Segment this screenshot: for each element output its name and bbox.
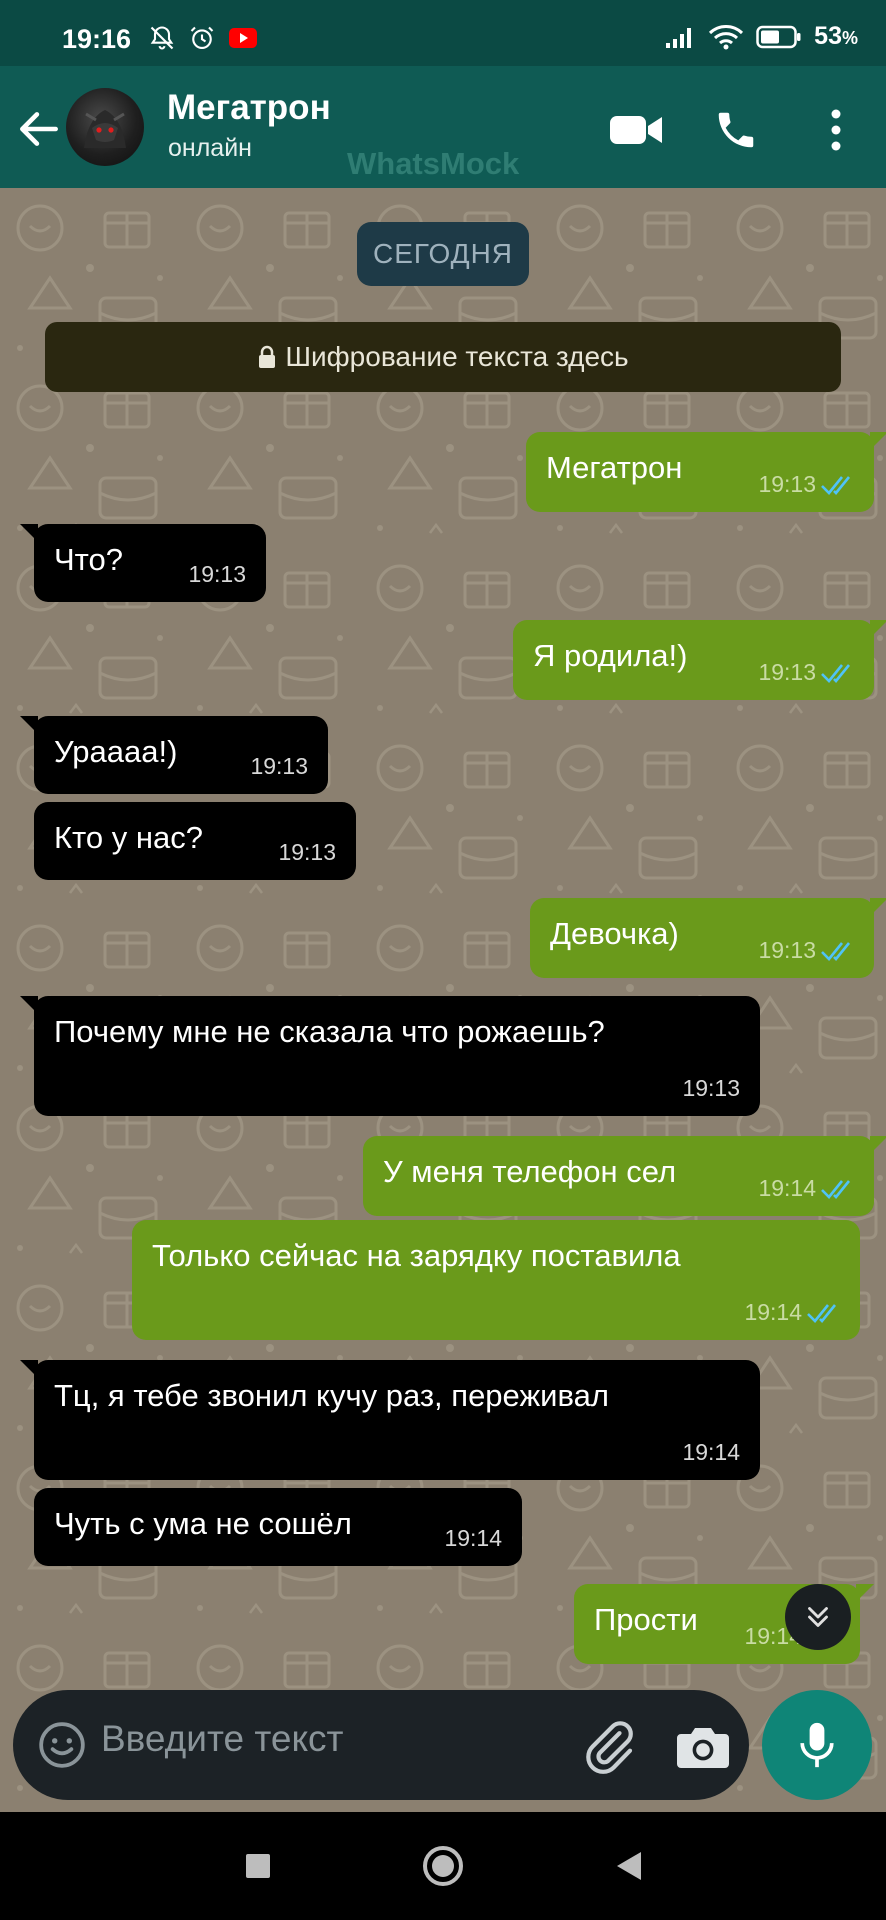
message-bubble-incoming[interactable]: Ураааа!) 19:13 (20, 716, 328, 794)
status-notification-icons (148, 24, 258, 52)
message-meta: 19:14 (744, 1299, 842, 1326)
camera-icon (677, 1728, 729, 1768)
encryption-notice-text: Шифрование текста здесь (285, 341, 629, 372)
message-time: 19:13 (278, 839, 336, 865)
emoji-button[interactable] (37, 1720, 87, 1770)
message-text: Почему мне не сказала что рожаешь? (54, 1014, 605, 1049)
encryption-notice[interactable]: Шифрование текста здесь (45, 322, 841, 392)
square-icon (246, 1854, 270, 1878)
message-time: 19:13 (188, 561, 246, 587)
wifi-icon (709, 24, 744, 49)
double-check-icon (821, 941, 851, 961)
mic-icon (800, 1722, 834, 1768)
double-chevron-down-icon (808, 1607, 828, 1627)
message-text: Только сейчас на зарядку поставила (152, 1238, 681, 1273)
message-bubble-outgoing[interactable]: Девочка) 19:13 (530, 898, 886, 978)
message-time: 19:13 (758, 659, 816, 685)
video-call-button[interactable] (608, 102, 664, 158)
status-time: 19:16 (62, 24, 132, 54)
message-bubble-outgoing[interactable]: Я родила!) 19:13 (513, 620, 886, 700)
message-text: Что? (54, 542, 123, 577)
message-meta: 19:14 (758, 1175, 856, 1202)
message-input[interactable]: Введите текст (101, 1718, 344, 1760)
battery-percent: 53% (814, 22, 858, 50)
message-meta: 19:13 (758, 937, 856, 964)
scroll-to-bottom-button[interactable] (785, 1584, 851, 1650)
message-bubble-outgoing[interactable]: Только сейчас на зарядку поставила 19:14 (132, 1220, 860, 1340)
more-vert-icon (831, 109, 841, 151)
message-time: 19:13 (682, 1075, 740, 1101)
battery-icon (756, 25, 801, 48)
attach-button[interactable] (581, 1718, 637, 1774)
message-bubble-incoming[interactable]: Почему мне не сказала что рожаешь? 19:13 (20, 996, 760, 1116)
home-button[interactable] (415, 1838, 471, 1894)
message-text: Чуть с ума не сошёл (54, 1506, 352, 1541)
message-bubble-incoming[interactable]: Тц, я тебе звонил кучу раз, переживал 19… (20, 1360, 760, 1480)
status-bar: 19:16 53% (0, 0, 886, 66)
back-nav-button[interactable] (600, 1838, 656, 1894)
contact-name[interactable]: Мегатрон (167, 88, 331, 128)
message-text: Прости (594, 1602, 698, 1637)
arrow-left-icon (20, 112, 58, 146)
phone-icon (718, 112, 754, 148)
message-text: Кто у нас? (54, 820, 203, 855)
video-camera-icon (610, 116, 662, 144)
message-text: Ураааа!) (54, 734, 178, 769)
chat-header: Мегатрон онлайн WhatsMock (0, 66, 886, 188)
voice-record-button[interactable] (762, 1690, 872, 1800)
circle-home-icon (423, 1846, 463, 1886)
message-time: 19:13 (758, 471, 816, 497)
message-text: Мегатрон (546, 450, 683, 485)
youtube-icon (229, 28, 257, 48)
status-right-icons: 53% (664, 22, 858, 51)
message-time: 19:14 (444, 1525, 502, 1551)
message-text: Я родила!) (533, 638, 688, 673)
recents-button[interactable] (230, 1838, 286, 1894)
message-bubble-outgoing[interactable]: Мегатрон 19:13 (526, 432, 886, 512)
double-check-icon (821, 475, 851, 495)
message-text: Девочка) (550, 916, 679, 951)
camera-button[interactable] (675, 1720, 731, 1772)
lock-icon (259, 345, 276, 368)
message-text: У меня телефон сел (383, 1154, 677, 1189)
voice-call-button[interactable] (708, 102, 764, 158)
message-time: 19:14 (758, 1175, 816, 1201)
double-check-icon (821, 1179, 851, 1199)
double-check-icon (807, 1303, 837, 1323)
alarm-icon (190, 26, 214, 49)
back-button[interactable] (14, 104, 64, 154)
signal-icon (666, 27, 692, 48)
message-bubble-incoming[interactable]: Что? 19:13 (20, 524, 266, 602)
paperclip-icon (586, 1721, 633, 1774)
app-watermark: WhatsMock (347, 146, 520, 181)
contact-status: онлайн (168, 134, 252, 162)
message-time: 19:13 (250, 753, 308, 779)
message-meta: 19:13 (758, 659, 856, 686)
message-meta: 19:13 (758, 471, 856, 498)
message-text: Тц, я тебе звонил кучу раз, переживал (54, 1378, 609, 1413)
avatar[interactable] (66, 88, 144, 166)
more-options-button[interactable] (808, 102, 864, 158)
smile-icon (39, 1722, 85, 1768)
message-bubble-incoming[interactable]: Чуть с ума не сошёл 19:14 (34, 1488, 522, 1566)
avatar-image (84, 110, 126, 148)
message-time: 19:14 (744, 1299, 802, 1325)
system-nav-bar (0, 1812, 886, 1920)
triangle-back-icon (617, 1852, 641, 1880)
double-check-icon (821, 663, 851, 683)
message-composer: Введите текст (13, 1690, 749, 1800)
message-time: 19:14 (682, 1439, 740, 1465)
message-bubble-incoming[interactable]: Кто у нас? 19:13 (34, 802, 356, 880)
message-bubble-outgoing[interactable]: У меня телефон сел 19:14 (363, 1136, 886, 1216)
mute-bell-icon (150, 26, 174, 50)
chat-area[interactable]: СЕГОДНЯ Шифрование текста здесь Мегатрон… (0, 188, 886, 1812)
message-time: 19:13 (758, 937, 816, 963)
date-chip: СЕГОДНЯ (357, 222, 529, 286)
